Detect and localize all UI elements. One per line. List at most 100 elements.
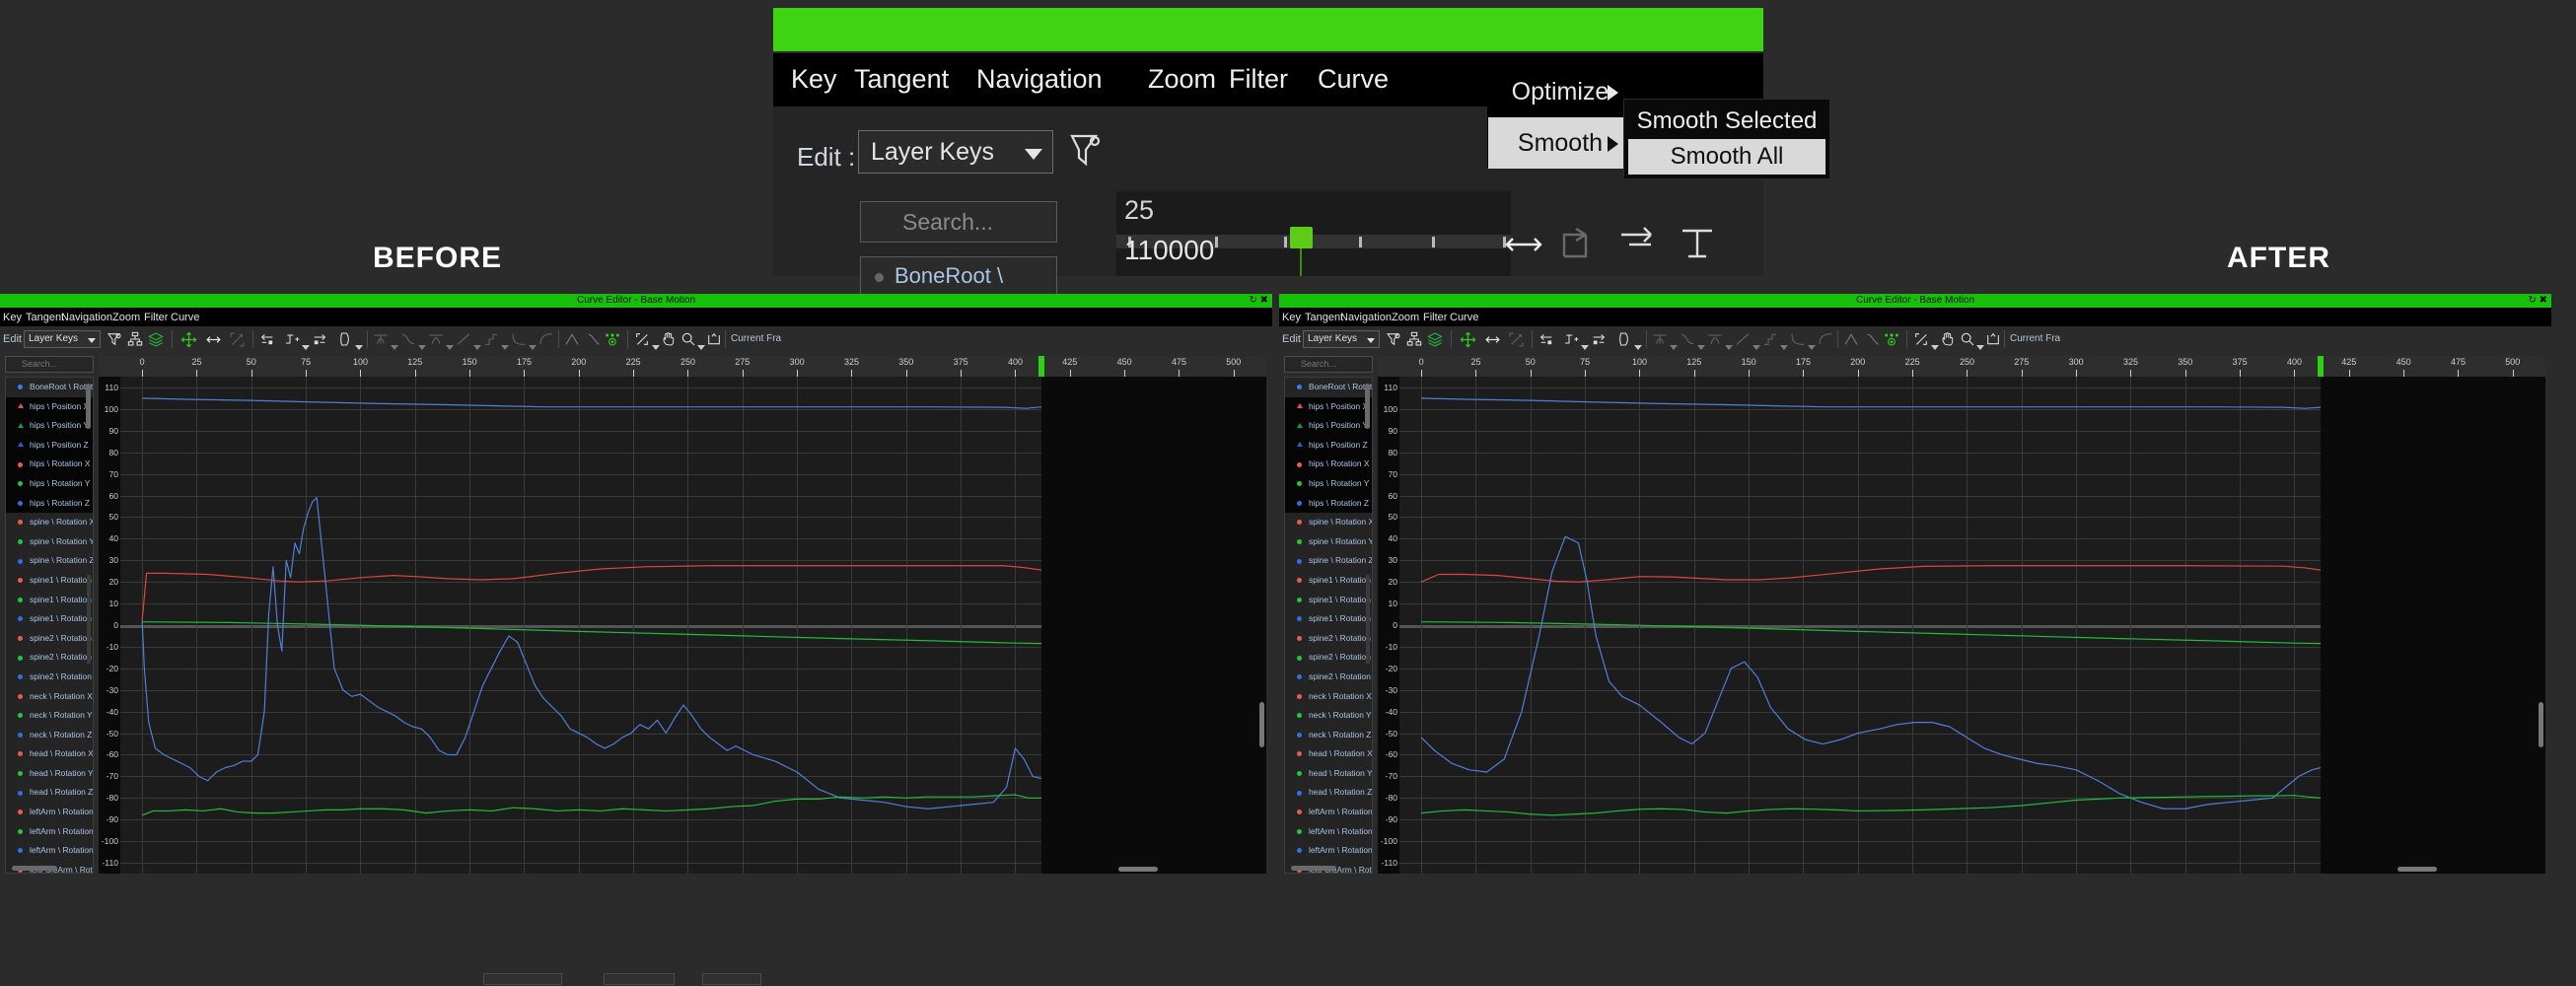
- menu-tangent[interactable]: Tangent: [26, 312, 64, 323]
- tangent-plateau-icon[interactable]: [538, 331, 554, 352]
- tangent-linear-icon[interactable]: [456, 331, 471, 352]
- region-tool-icon[interactable]: [634, 331, 650, 352]
- menu-item-optimize[interactable]: Optimize: [1488, 66, 1632, 117]
- track-row[interactable]: spine \ Rotation X: [1285, 513, 1372, 532]
- overlay-playhead-handle[interactable]: [1290, 227, 1313, 248]
- horizontal-move-icon[interactable]: [1484, 331, 1501, 353]
- tangent-clamped-icon[interactable]: [1707, 331, 1723, 352]
- overlay-search-input[interactable]: Search...: [860, 201, 1057, 243]
- track-row[interactable]: neck \ Rotation Y: [1285, 706, 1372, 726]
- paste-icon[interactable]: [337, 331, 353, 352]
- track-list-after[interactable]: BoneRoot \ Rotatihips \ Position Xhips \…: [1284, 377, 1373, 874]
- key-right-icon[interactable]: [1591, 331, 1607, 352]
- horizontal-move-icon[interactable]: [205, 331, 222, 353]
- chevron-down-icon[interactable]: [302, 338, 310, 356]
- footer-field-1[interactable]: [483, 973, 562, 985]
- tangent-ease-icon[interactable]: [511, 331, 527, 352]
- chevron-down-icon[interactable]: [1725, 338, 1733, 356]
- track-row[interactable]: hips \ Rotation X: [1285, 455, 1372, 474]
- track-row[interactable]: spine \ Rotation Y: [1285, 532, 1372, 552]
- curve-path[interactable]: [1421, 566, 2321, 582]
- track-row[interactable]: head \ Rotation X: [6, 744, 93, 764]
- overlay-menu-curve[interactable]: Curve: [1318, 64, 1389, 95]
- track-row[interactable]: head \ Rotation X: [1285, 744, 1372, 764]
- track-row[interactable]: neck \ Rotation Z: [6, 726, 93, 745]
- layers-icon[interactable]: [1427, 331, 1443, 352]
- tangent-break-icon[interactable]: [586, 331, 602, 352]
- zoom-magnifier-icon[interactable]: [680, 331, 696, 352]
- layers-icon[interactable]: [148, 331, 164, 352]
- chevron-down-icon[interactable]: [1780, 338, 1788, 356]
- key-left-icon[interactable]: [1538, 331, 1554, 352]
- frame-all-icon[interactable]: [1985, 331, 2001, 352]
- track-row[interactable]: neck \ Rotation X: [6, 687, 93, 707]
- chevron-down-icon[interactable]: [355, 338, 363, 356]
- track-list-scrollbar-thumb[interactable]: [86, 384, 91, 429]
- window-controls[interactable]: ↻ ✖: [2528, 295, 2547, 306]
- track-row[interactable]: hips \ Position X: [6, 397, 93, 417]
- track-row[interactable]: leftArm \ Rotation: [6, 822, 93, 842]
- curve-graph-before[interactable]: 1101009080706050403020100-10-20-30-40-50…: [99, 377, 1266, 874]
- track-search-input[interactable]: Search...: [1284, 356, 1373, 373]
- overlay-menu-navigation[interactable]: Navigation: [976, 64, 1103, 95]
- tangent-clamped-icon[interactable]: [428, 331, 444, 352]
- pan-hand-icon[interactable]: [661, 331, 677, 352]
- track-row[interactable]: spine1 \ Rotation: [6, 591, 93, 610]
- chevron-down-icon[interactable]: [418, 338, 426, 356]
- curve-path[interactable]: [142, 498, 1041, 810]
- zoom-magnifier-icon[interactable]: [1960, 331, 1975, 352]
- chevron-down-icon[interactable]: [1697, 338, 1705, 356]
- track-row[interactable]: hips \ Position X: [1285, 397, 1372, 417]
- track-list-before[interactable]: BoneRoot \ Rotatihips \ Position Xhips \…: [5, 377, 94, 874]
- track-search-input[interactable]: Search...: [5, 356, 94, 373]
- track-list-hscrollbar-thumb[interactable]: [12, 866, 57, 871]
- track-list-hscrollbar-thumb[interactable]: [1291, 866, 1336, 871]
- add-key-icon[interactable]: [1563, 331, 1579, 352]
- menu-zoom[interactable]: Zoom: [1392, 312, 1419, 323]
- track-row[interactable]: hips \ Rotation X: [6, 455, 93, 474]
- filter-icon[interactable]: [1386, 331, 1401, 352]
- scale-box-icon[interactable]: [1508, 331, 1525, 353]
- tangent-peak-icon[interactable]: [1843, 331, 1859, 352]
- track-row[interactable]: hips \ Rotation Y: [6, 474, 93, 494]
- cycle-icon[interactable]: [1884, 331, 1899, 352]
- overlay-edit-mode-select[interactable]: Layer Keys: [858, 130, 1053, 174]
- track-row[interactable]: spine2 \ Rotation: [6, 629, 93, 649]
- curve-path[interactable]: [1421, 622, 2321, 644]
- chevron-down-icon[interactable]: [1753, 338, 1760, 356]
- playhead-marker[interactable]: [2318, 356, 2324, 377]
- chevron-down-icon[interactable]: [1976, 338, 1984, 356]
- menu-zoom[interactable]: Zoom: [112, 312, 140, 323]
- curve-path[interactable]: [1421, 796, 2321, 815]
- track-list-scrollbar-track[interactable]: [87, 575, 91, 664]
- track-row[interactable]: spine \ Rotation Z: [6, 551, 93, 571]
- track-row[interactable]: leftArm \ Rotation: [6, 803, 93, 822]
- chevron-down-icon[interactable]: [652, 338, 660, 356]
- track-row[interactable]: hips \ Position Y: [1285, 416, 1372, 436]
- footer-field-3[interactable]: [702, 973, 761, 985]
- track-row[interactable]: spine \ Rotation Y: [6, 532, 93, 552]
- curve-path[interactable]: [1421, 398, 2321, 408]
- menu-curve[interactable]: Curve: [1450, 312, 1478, 323]
- track-row[interactable]: spine1 \ Rotation: [1285, 571, 1372, 591]
- key-right-icon[interactable]: [312, 331, 327, 352]
- curve-path[interactable]: [142, 795, 1041, 815]
- tangent-stepped-icon[interactable]: [1762, 331, 1778, 352]
- cycle-icon[interactable]: [605, 331, 620, 352]
- frame-all-icon[interactable]: [706, 331, 722, 352]
- chevron-down-icon[interactable]: [1581, 338, 1589, 356]
- menu-item-smooth[interactable]: Smooth: [1488, 117, 1632, 169]
- menu-item-smooth-all[interactable]: Smooth All: [1628, 139, 1825, 175]
- pan-hand-icon[interactable]: [1940, 331, 1956, 352]
- menu-key[interactable]: Key: [3, 312, 22, 323]
- key-left-icon[interactable]: [259, 331, 275, 352]
- curve-graph-after[interactable]: 1101009080706050403020100-10-20-30-40-50…: [1378, 377, 2545, 874]
- track-row[interactable]: hips \ Position Y: [6, 416, 93, 436]
- track-row[interactable]: spine2 \ Rotation: [6, 648, 93, 668]
- overlay-menu-tangent[interactable]: Tangent: [854, 64, 949, 95]
- hierarchy-icon[interactable]: [127, 331, 143, 352]
- overlay-menu-filter[interactable]: Filter: [1229, 64, 1288, 95]
- tangent-spline-icon[interactable]: [1680, 331, 1695, 352]
- track-row[interactable]: head \ Rotation Y: [6, 764, 93, 784]
- chevron-down-icon[interactable]: [529, 338, 537, 356]
